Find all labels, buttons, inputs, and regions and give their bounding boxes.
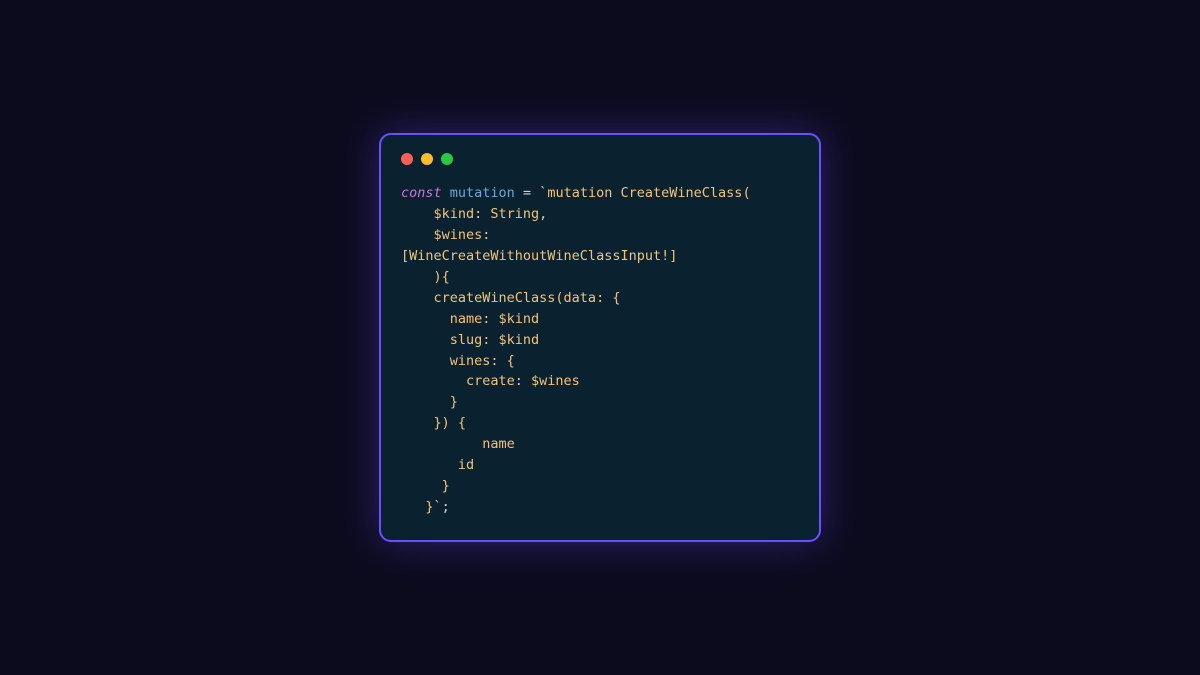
code-line-7: name: $kind: [401, 311, 539, 327]
token-terminator: ;: [442, 499, 450, 515]
token-identifier: mutation: [450, 185, 515, 201]
code-line-5: ){: [401, 269, 450, 285]
code-line-10: create: $wines: [401, 373, 580, 389]
window-glow: const mutation = ` mutation CreateWineCla…: [379, 133, 821, 542]
code-line-14: id: [401, 457, 474, 473]
code-line-8: slug: $kind: [401, 332, 539, 348]
window-traffic-lights: [401, 153, 799, 165]
code-line-4: [WineCreateWithoutWineClassInput!]: [401, 248, 677, 264]
code-line-13: name: [401, 436, 515, 452]
code-line-1: mutation CreateWineClass(: [547, 185, 750, 201]
code-line-16: }: [401, 499, 434, 515]
code-line-15: }: [401, 478, 450, 494]
code-line-6: createWineClass(data: {: [401, 290, 620, 306]
token-backtick-close: `: [434, 499, 442, 515]
code-line-9: wines: {: [401, 353, 515, 369]
maximize-icon[interactable]: [441, 153, 453, 165]
code-block: const mutation = ` mutation CreateWineCla…: [401, 183, 799, 518]
code-line-3: $wines:: [401, 227, 490, 243]
code-line-11: }: [401, 394, 458, 410]
code-window: const mutation = ` mutation CreateWineCla…: [379, 133, 821, 542]
minimize-icon[interactable]: [421, 153, 433, 165]
token-keyword: const: [401, 185, 442, 201]
code-line-2: $kind: String,: [401, 206, 547, 222]
close-icon[interactable]: [401, 153, 413, 165]
token-operator: =: [523, 185, 531, 201]
code-line-12: }) {: [401, 415, 466, 431]
